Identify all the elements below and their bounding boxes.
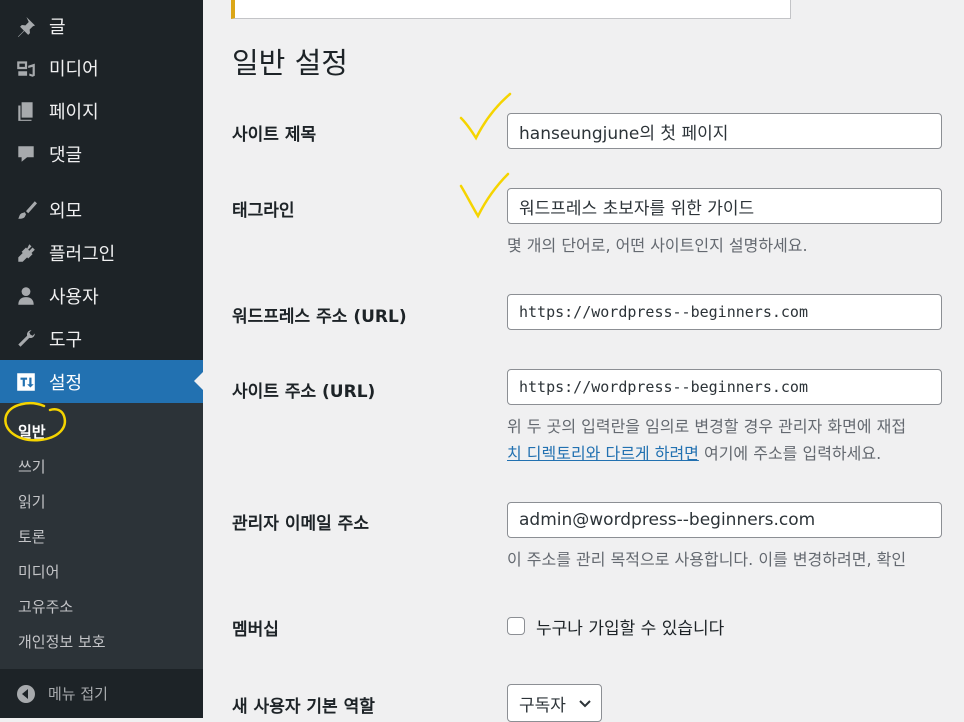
page-title: 일반 설정 <box>232 46 348 80</box>
page-icon <box>13 100 39 122</box>
site-address-input[interactable] <box>507 369 942 405</box>
paintbrush-icon <box>13 199 39 221</box>
pin-icon <box>13 15 39 37</box>
submenu-item-general[interactable]: 일반 <box>18 421 46 442</box>
menu-item-pages[interactable]: 페이지 <box>0 89 203 132</box>
plugin-icon <box>13 242 39 264</box>
site-address-help-link[interactable]: 치 디렉토리와 다르게 하려면 <box>507 444 699 463</box>
wordpress-address-label: 워드프레스 주소 (URL) <box>232 307 407 327</box>
menu-item-users[interactable]: 사용자 <box>0 274 203 317</box>
menu-item-label: 댓글 <box>49 144 83 166</box>
menu-item-comments[interactable]: 댓글 <box>0 132 203 175</box>
site-address-description-line1: 위 두 곳의 입력란을 임의로 변경할 경우 관리자 화면에 재접 <box>507 417 907 436</box>
site-title-input[interactable] <box>507 113 942 149</box>
wordpress-address-input[interactable] <box>507 294 942 330</box>
membership-checkbox-label[interactable]: 누구나 가입할 수 있습니다 <box>536 614 724 639</box>
chevron-down-icon <box>579 700 591 708</box>
admin-email-label: 관리자 이메일 주소 <box>232 514 369 534</box>
collapse-arrow-icon <box>17 684 35 703</box>
menu-item-label: 글 <box>49 16 66 38</box>
default-role-selected: 구독자 <box>519 695 566 716</box>
wrench-icon <box>13 328 39 350</box>
menu-item-label: 설정 <box>49 372 83 394</box>
menu-item-appearance[interactable]: 외모 <box>0 188 203 231</box>
menu-item-label: 미디어 <box>49 58 99 80</box>
membership-checkbox[interactable] <box>507 617 525 635</box>
submenu-item-media[interactable]: 미디어 <box>18 561 59 582</box>
site-title-label: 사이트 제목 <box>232 125 317 145</box>
menu-item-media[interactable]: 미디어 <box>0 46 203 89</box>
admin-sidebar: 글 미디어 페이지 댓글 외모 플러그인 사용자 도구 설정 일반 쓰기 읽기 … <box>0 0 203 718</box>
admin-notice <box>231 0 791 19</box>
settings-icon <box>13 371 39 393</box>
tagline-input[interactable] <box>507 188 942 224</box>
tagline-label: 태그라인 <box>232 201 295 221</box>
menu-item-tools[interactable]: 도구 <box>0 317 203 360</box>
menu-item-label: 도구 <box>49 329 83 351</box>
site-address-description-line2: 치 디렉토리와 다르게 하려면 여기에 주소를 입력하세요. <box>507 440 881 464</box>
media-icon <box>13 57 39 79</box>
settings-submenu: 일반 쓰기 읽기 토론 미디어 고유주소 개인정보 보호 <box>0 403 203 669</box>
admin-email-input[interactable] <box>507 502 942 538</box>
membership-label: 멤버십 <box>232 620 279 640</box>
menu-item-posts[interactable]: 글 <box>0 4 203 47</box>
menu-item-label: 외모 <box>49 200 83 222</box>
submenu-item-permalinks[interactable]: 고유주소 <box>18 596 73 617</box>
site-address-description-rest: 여기에 주소를 입력하세요. <box>698 444 882 463</box>
settings-content: 일반 설정 사이트 제목 태그라인 몇 개의 단어로, 어떤 사이트인지 설명하… <box>203 0 964 722</box>
default-role-label: 새 사용자 기본 역할 <box>232 697 375 717</box>
submenu-item-reading[interactable]: 읽기 <box>18 491 46 512</box>
submenu-item-discussion[interactable]: 토론 <box>18 526 46 547</box>
admin-email-description: 이 주소를 관리 목적으로 사용합니다. 이를 변경하려면, 확인 <box>507 550 907 569</box>
menu-item-label: 페이지 <box>49 101 99 123</box>
comment-icon <box>13 143 39 165</box>
submenu-item-privacy[interactable]: 개인정보 보호 <box>18 631 106 652</box>
checkmark-annotation-2 <box>459 172 510 219</box>
collapse-menu-label: 메뉴 접기 <box>48 685 108 703</box>
checkmark-annotation-1 <box>459 92 512 141</box>
tagline-description: 몇 개의 단어로, 어떤 사이트인지 설명하세요. <box>507 236 808 255</box>
submenu-item-writing[interactable]: 쓰기 <box>18 456 46 477</box>
menu-item-settings[interactable]: 설정 <box>0 360 203 403</box>
default-role-select[interactable]: 구독자 <box>507 684 602 722</box>
menu-item-label: 사용자 <box>49 286 99 308</box>
menu-item-plugins[interactable]: 플러그인 <box>0 231 203 274</box>
menu-item-label: 플러그인 <box>49 243 116 265</box>
collapse-menu-button[interactable]: 메뉴 접기 <box>0 669 203 718</box>
site-address-label: 사이트 주소 (URL) <box>232 382 376 402</box>
user-icon <box>13 285 39 307</box>
